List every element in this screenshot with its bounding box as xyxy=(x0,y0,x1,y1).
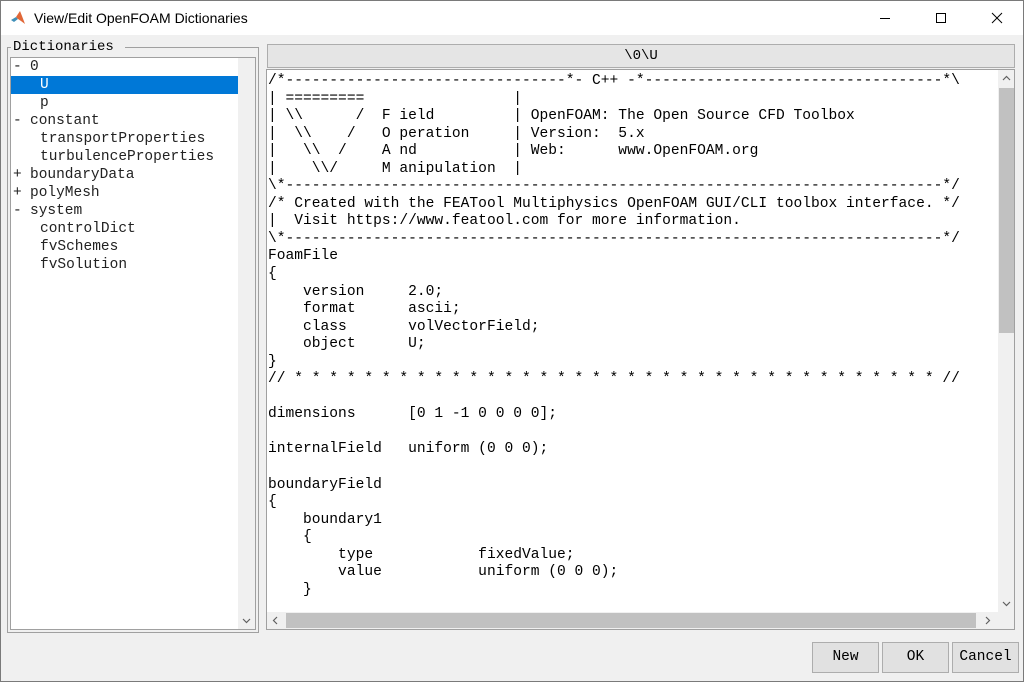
tree-item[interactable]: U xyxy=(11,76,239,94)
ok-button[interactable]: OK xyxy=(882,642,949,673)
minimize-icon xyxy=(880,18,890,19)
editor-line: { xyxy=(268,266,277,283)
scrollbar-thumb[interactable] xyxy=(286,613,976,628)
tree-list: -0 Up - constant transportProperties turbulen… xyxy=(11,58,239,274)
editor-line: | ========= | xyxy=(268,90,522,107)
scroll-left-icon[interactable] xyxy=(271,616,280,625)
maximize-button[interactable] xyxy=(918,1,964,35)
editor-line: value uniform (0 0 0); xyxy=(268,564,619,581)
editor-line: type fixedValue; xyxy=(268,546,575,563)
close-icon xyxy=(991,12,1003,24)
scroll-right-icon[interactable] xyxy=(983,616,992,625)
tree-item-label: U xyxy=(40,77,49,93)
tree-scrollbar[interactable] xyxy=(238,58,255,629)
editor-horizontal-scrollbar[interactable] xyxy=(267,612,998,629)
dictionaries-legend: Dictionaries xyxy=(11,39,116,55)
tree-item[interactable]: transportProperties xyxy=(11,130,239,148)
matlab-icon xyxy=(10,10,26,26)
tree-item-label: system xyxy=(30,203,83,219)
expand-toggle[interactable]: + xyxy=(13,184,25,202)
editor-line: object U; xyxy=(268,336,426,353)
new-button[interactable]: New xyxy=(812,642,879,673)
expand-toggle[interactable]: + xyxy=(13,166,25,184)
editor-line: dimensions [0 1 -1 0 0 0 0]; xyxy=(268,406,558,423)
tree-item-label: fvSchemes xyxy=(40,239,119,255)
editor-vertical-scrollbar[interactable] xyxy=(998,70,1014,612)
editor-line: | \\ / F ield | OpenFOAM: The Open Sourc… xyxy=(268,108,855,125)
tree-item-label: controlDict xyxy=(40,221,136,237)
tree-item[interactable]: turbulenceProperties xyxy=(11,148,239,166)
group-border xyxy=(125,47,259,48)
close-button[interactable] xyxy=(974,1,1020,35)
maximize-icon xyxy=(936,13,946,23)
editor-line: | Visit https://www.featool.com for more… xyxy=(268,213,741,230)
editor-line: format ascii; xyxy=(268,301,461,318)
dictionary-editor[interactable]: /*--------------------------------*- C++… xyxy=(266,69,1015,630)
scroll-up-icon[interactable] xyxy=(1002,74,1011,83)
editor-line: internalField uniform (0 0 0); xyxy=(268,441,549,458)
editor-line: // * * * * * * * * * * * * * * * * * * *… xyxy=(268,371,960,388)
tree-item-label: constant xyxy=(30,113,100,129)
tree-item[interactable]: + polyMesh xyxy=(11,184,239,202)
editor-line: \*--------------------------------------… xyxy=(268,230,960,247)
scrollbar-thumb[interactable] xyxy=(999,88,1014,333)
minimize-button[interactable] xyxy=(862,1,908,35)
editor-line: | \\ / O peration | Version: 5.x xyxy=(268,125,645,142)
tree-item-label: p xyxy=(40,95,49,111)
editor-line: \*--------------------------------------… xyxy=(268,178,960,195)
editor-line: boundaryField xyxy=(268,476,382,493)
tree-item-label: transportProperties xyxy=(40,131,206,147)
editor-line: version 2.0; xyxy=(268,283,444,300)
dialog-window: View/Edit OpenFOAM Dictionaries Dictiona… xyxy=(0,0,1024,682)
dictionary-path-header: \0\U xyxy=(267,44,1015,68)
title-bar[interactable]: View/Edit OpenFOAM Dictionaries xyxy=(1,1,1023,35)
tree-item-label: boundaryData xyxy=(30,167,135,183)
tree-item[interactable]: p xyxy=(11,94,239,112)
scroll-down-icon[interactable] xyxy=(1002,599,1011,608)
tree-item-label: polyMesh xyxy=(30,185,100,201)
editor-line: boundary1 xyxy=(268,511,382,528)
tree-item[interactable]: + boundaryData xyxy=(11,166,239,184)
tree-item-label: 0 xyxy=(30,59,39,75)
window-title: View/Edit OpenFOAM Dictionaries xyxy=(34,10,248,26)
scroll-down-icon[interactable] xyxy=(242,616,251,625)
collapse-toggle[interactable]: - xyxy=(13,58,25,76)
editor-line: { xyxy=(268,494,277,511)
editor-line: class volVectorField; xyxy=(268,318,540,335)
editor-line: | \\ / A nd | Web: www.OpenFOAM.org xyxy=(268,143,759,160)
editor-line: /* Created with the FEATool Multiphysics… xyxy=(268,195,960,212)
tree-item[interactable]: - constant xyxy=(11,112,239,130)
tree-item-label: turbulenceProperties xyxy=(40,149,215,165)
dictionary-tree[interactable]: -0 Up - constant transportProperties turbulen… xyxy=(10,57,256,630)
editor-text[interactable]: /*--------------------------------*- C++… xyxy=(268,73,998,611)
tree-item[interactable]: fvSolution xyxy=(11,256,239,274)
editor-line: { xyxy=(268,529,312,546)
tree-item-label: fvSolution xyxy=(40,257,128,273)
tree-item[interactable]: controlDict xyxy=(11,220,239,238)
editor-line: | \\/ M anipulation | xyxy=(268,160,522,177)
tree-item[interactable]: -0 xyxy=(11,58,239,76)
editor-line: } xyxy=(268,353,277,370)
editor-line: FoamFile xyxy=(268,248,339,265)
cancel-button[interactable]: Cancel xyxy=(952,642,1019,673)
editor-line: /*--------------------------------*- C++… xyxy=(268,73,960,89)
scrollbar-corner xyxy=(998,612,1014,629)
tree-item[interactable]: fvSchemes xyxy=(11,238,239,256)
collapse-toggle[interactable]: - xyxy=(13,112,25,130)
collapse-toggle[interactable]: - xyxy=(13,202,25,220)
editor-line: } xyxy=(268,581,312,598)
tree-item[interactable]: - system xyxy=(11,202,239,220)
